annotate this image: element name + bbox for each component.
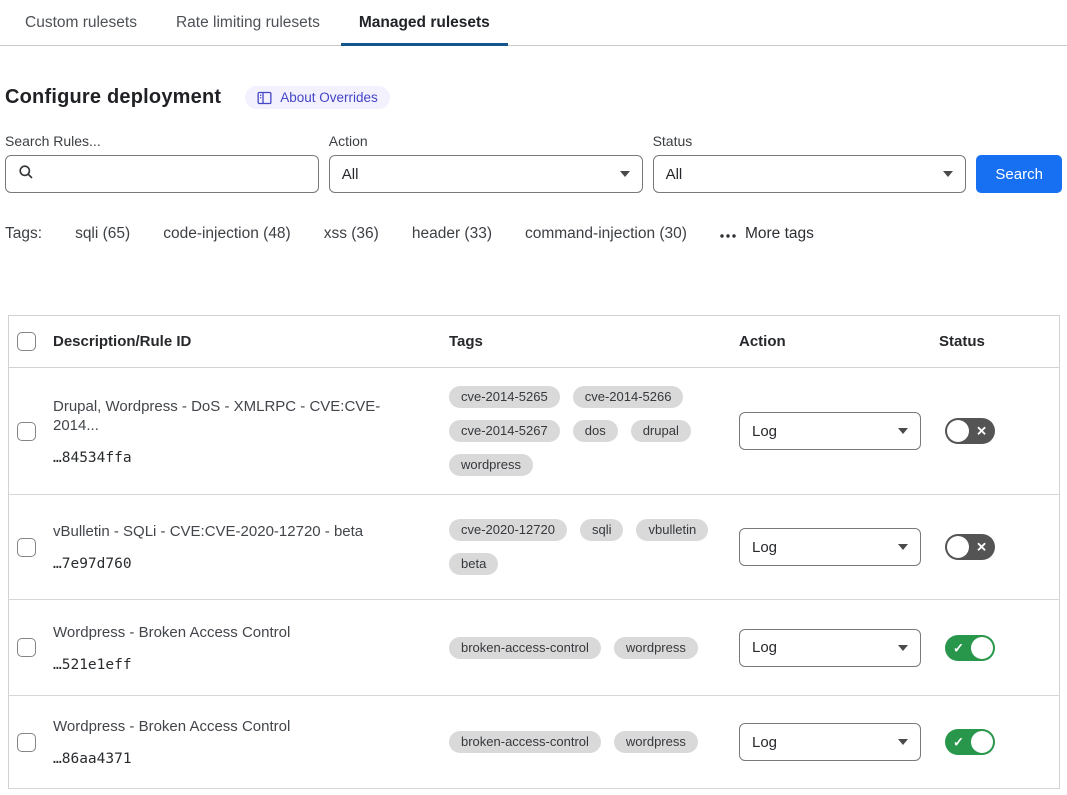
more-tags-button[interactable]: More tags: [720, 225, 814, 243]
column-header-action: Action: [739, 333, 939, 350]
book-icon: [257, 91, 272, 105]
table-row: Drupal, Wordpress - DoS - XMLRPC - CVE:C…: [9, 368, 1059, 495]
rule-tags: broken-access-control wordpress: [449, 637, 739, 659]
tag-pill: beta: [449, 553, 498, 575]
rule-action-value: Log: [752, 734, 777, 751]
tab-custom-rulesets[interactable]: Custom rulesets: [25, 0, 137, 45]
status-filter-select[interactable]: All: [653, 155, 967, 193]
status-filter-value: All: [666, 166, 683, 183]
ellipsis-icon: [720, 225, 736, 243]
managed-rulesets-panel: Configure deployment About Overrides Sea…: [0, 86, 1067, 789]
rule-tags: broken-access-control wordpress: [449, 731, 739, 753]
chevron-down-icon: [620, 171, 630, 177]
rule-action-value: Log: [752, 639, 777, 656]
tags-label: Tags:: [5, 225, 42, 243]
search-input[interactable]: [42, 166, 306, 183]
rule-id: …521e1eff: [53, 657, 425, 673]
tag-pill: sqli: [580, 519, 624, 541]
status-toggle[interactable]: [945, 418, 995, 444]
action-filter-select[interactable]: All: [329, 155, 643, 193]
filters-row: Search Rules... Action All Status: [5, 133, 1062, 193]
tag-pill: cve-2020-12720: [449, 519, 567, 541]
tag-filter-header[interactable]: header (33): [412, 225, 492, 243]
tag-pill: broken-access-control: [449, 637, 601, 659]
status-toggle[interactable]: [945, 534, 995, 560]
tag-pill: wordpress: [449, 454, 533, 476]
tag-pill: dos: [573, 420, 618, 442]
chevron-down-icon: [943, 171, 953, 177]
tag-pill: drupal: [631, 420, 691, 442]
tag-pill: vbulletin: [636, 519, 708, 541]
search-icon: [18, 164, 34, 185]
tag-pill: broken-access-control: [449, 731, 601, 753]
rule-tags: cve-2020-12720 sqli vbulletin beta: [449, 519, 739, 575]
row-checkbox[interactable]: [17, 422, 36, 441]
chevron-down-icon: [898, 544, 908, 550]
action-filter-field: Action All: [329, 133, 643, 193]
row-checkbox[interactable]: [17, 638, 36, 657]
search-rules-label: Search Rules...: [5, 133, 319, 149]
table-row: vBulletin - SQLi - CVE:CVE-2020-12720 - …: [9, 495, 1059, 600]
search-box: [5, 155, 319, 193]
row-checkbox[interactable]: [17, 733, 36, 752]
status-toggle[interactable]: [945, 729, 995, 755]
rule-description: vBulletin - SQLi - CVE:CVE-2020-12720 - …: [53, 522, 425, 541]
tag-filter-command-injection[interactable]: command-injection (30): [525, 225, 687, 243]
tab-managed-rulesets[interactable]: Managed rulesets: [359, 0, 490, 45]
row-checkbox[interactable]: [17, 538, 36, 557]
column-header-status: Status: [939, 333, 1059, 350]
about-overrides-label: About Overrides: [280, 90, 378, 105]
rule-tags: cve-2014-5265 cve-2014-5266 cve-2014-526…: [449, 386, 739, 476]
page-title: Configure deployment: [5, 86, 221, 109]
rule-description: Drupal, Wordpress - DoS - XMLRPC - CVE:C…: [53, 397, 425, 435]
rules-table: Description/Rule ID Tags Action Status D…: [8, 315, 1060, 789]
tag-filter-code-injection[interactable]: code-injection (48): [163, 225, 291, 243]
table-row: Wordpress - Broken Access Control …521e1…: [9, 600, 1059, 696]
column-header-description: Description/Rule ID: [53, 333, 449, 350]
tag-pill: cve-2014-5265: [449, 386, 560, 408]
chevron-down-icon: [898, 739, 908, 745]
table-row: Wordpress - Broken Access Control …86aa4…: [9, 696, 1059, 789]
select-all-checkbox[interactable]: [17, 332, 36, 351]
status-filter-field: Status All: [653, 133, 967, 193]
rule-action-value: Log: [752, 423, 777, 440]
chevron-down-icon: [898, 645, 908, 651]
about-overrides-badge[interactable]: About Overrides: [245, 86, 390, 109]
status-toggle[interactable]: [945, 635, 995, 661]
status-filter-label: Status: [653, 133, 967, 149]
rule-description: Wordpress - Broken Access Control: [53, 623, 425, 642]
table-header-row: Description/Rule ID Tags Action Status: [9, 316, 1059, 368]
tab-bar: Custom rulesets Rate limiting rulesets M…: [0, 0, 1067, 46]
tag-filter-sqli[interactable]: sqli (65): [75, 225, 130, 243]
rule-action-select[interactable]: Log: [739, 528, 921, 566]
tag-pill: cve-2014-5267: [449, 420, 560, 442]
rule-action-select[interactable]: Log: [739, 412, 921, 450]
tag-pill: cve-2014-5266: [573, 386, 684, 408]
rule-action-value: Log: [752, 539, 777, 556]
search-field: Search Rules...: [5, 133, 319, 193]
rule-id: …84534ffa: [53, 450, 425, 466]
tab-rate-limiting-rulesets[interactable]: Rate limiting rulesets: [176, 0, 320, 45]
heading-row: Configure deployment About Overrides: [5, 86, 1062, 109]
more-tags-label: More tags: [745, 225, 814, 243]
action-filter-value: All: [342, 166, 359, 183]
search-button[interactable]: Search: [976, 155, 1062, 193]
rule-id: …7e97d760: [53, 556, 425, 572]
rule-description: Wordpress - Broken Access Control: [53, 717, 425, 736]
rule-action-select[interactable]: Log: [739, 723, 921, 761]
action-filter-label: Action: [329, 133, 643, 149]
tag-filter-xss[interactable]: xss (36): [324, 225, 379, 243]
chevron-down-icon: [898, 428, 908, 434]
tag-pill: wordpress: [614, 637, 698, 659]
rule-action-select[interactable]: Log: [739, 629, 921, 667]
tag-pill: wordpress: [614, 731, 698, 753]
rule-id: …86aa4371: [53, 751, 425, 767]
tags-bar: Tags: sqli (65) code-injection (48) xss …: [5, 225, 1062, 243]
column-header-tags: Tags: [449, 333, 739, 350]
